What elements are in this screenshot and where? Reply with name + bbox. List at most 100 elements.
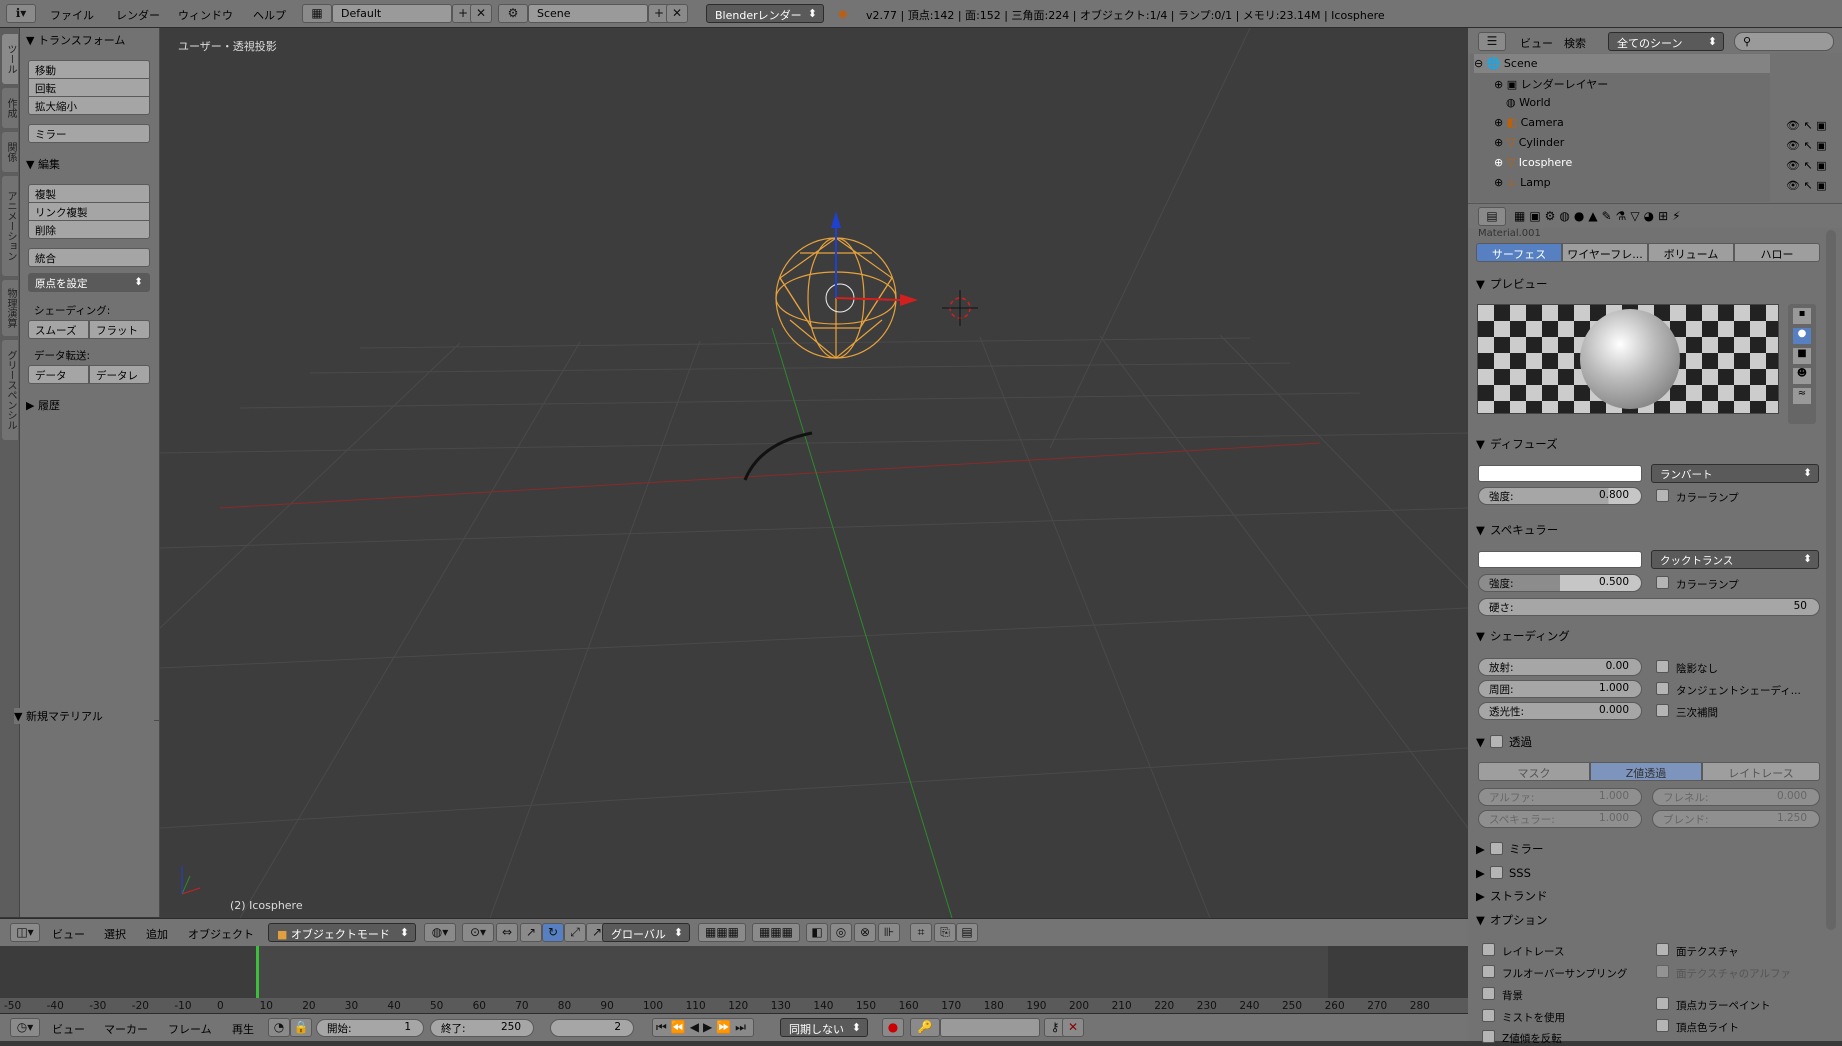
rotate-manip-icon[interactable]: ↻ (542, 923, 564, 942)
outliner-filter-dropdown[interactable]: 全てのシーン ⬍ (1608, 32, 1724, 51)
history-panel-header[interactable]: ▶ 履歴 (26, 397, 60, 413)
eye-icon[interactable]: 👁 ↖ ▣ (1786, 136, 1827, 156)
full-oversampling-checkbox[interactable] (1482, 965, 1495, 978)
timeline-menu-marker[interactable]: マーカー (104, 1021, 148, 1037)
render-engine-dropdown[interactable]: Blenderレンダー ⬍ (706, 4, 824, 23)
menu-file[interactable]: ファイル (50, 7, 94, 23)
outliner-row-cylinder[interactable]: ⊕ ▽ Cylinder (1494, 136, 1564, 149)
timeline-editor-icon[interactable]: ◷▾ (10, 1018, 40, 1037)
translucency-field[interactable]: 透光性: 0.000 (1478, 702, 1642, 720)
frame-start-field[interactable]: 開始: 1 (316, 1019, 424, 1037)
lock-icon[interactable]: 🔒 (290, 1018, 312, 1037)
x-arrow-line[interactable] (835, 297, 901, 301)
data-transfer-button[interactable]: データ (28, 365, 89, 384)
frame-end-field[interactable]: 終了: 250 (430, 1019, 534, 1037)
context-tabs-icon[interactable]: ▦▣⚙◍●▲✎⚗▽◕⊞⚡ (1514, 209, 1685, 223)
tab-tools[interactable]: ツール (2, 34, 18, 84)
blend-field[interactable]: ブレンド: 1.250 (1652, 810, 1820, 828)
diffuse-color-swatch[interactable] (1478, 465, 1642, 482)
specular-color-swatch[interactable] (1478, 551, 1642, 568)
outliner-row-scene[interactable]: ⊖ 🌐 Scene (1474, 54, 1770, 73)
outliner-row-icosphere[interactable]: ⊕ ▽ Icosphere (1494, 156, 1572, 169)
menu-window[interactable]: ウィンドウ (178, 7, 233, 23)
layers-grid-icon[interactable]: ▦▦▦ (752, 923, 800, 942)
hardness-field[interactable]: 硬さ: 50 (1478, 598, 1820, 616)
trans-z-button[interactable]: Z値透過 (1590, 762, 1702, 781)
invert-z-checkbox[interactable] (1482, 1030, 1495, 1043)
vertex-color-paint-checkbox[interactable] (1656, 997, 1669, 1010)
new-material-panel-header[interactable]: ▼ 新規マテリアル (14, 708, 154, 724)
mode-dropdown[interactable]: ■ オブジェクトモード ⬍ (268, 923, 416, 942)
menu-select[interactable]: 選択 (104, 926, 126, 942)
duplicate-button[interactable]: 複製 (28, 184, 150, 203)
menu-view[interactable]: ビュー (52, 926, 85, 942)
manipulator-toggle-icon[interactable]: ⇔ (496, 923, 518, 942)
tab-wire[interactable]: ワイヤーフレ... (1562, 243, 1648, 262)
transform-panel-header[interactable]: ▼ トランスフォーム (26, 32, 125, 48)
edit-panel-header[interactable]: ▼ 編集 (26, 156, 60, 172)
remove-layout-icon[interactable]: ✕ (470, 4, 492, 23)
proportional-edit-icon[interactable]: ◎ (830, 923, 852, 942)
outliner-row-world[interactable]: ◍ World (1506, 96, 1551, 109)
set-origin-dropdown[interactable]: 原点を設定 ⬍ (28, 273, 150, 292)
sss-panel-header[interactable]: ▶ SSS (1476, 864, 1822, 886)
mirror-checkbox[interactable] (1490, 842, 1503, 855)
properties-editor-icon[interactable]: ▤ (1478, 207, 1506, 226)
strand-panel-header[interactable]: ▶ ストランド (1476, 888, 1822, 910)
delete-key-icon[interactable]: ✕ (1062, 1018, 1084, 1037)
layout-field[interactable]: Default (332, 4, 452, 23)
face-texture-checkbox[interactable] (1656, 943, 1669, 956)
scale-button[interactable]: 拡大縮小 (28, 96, 150, 115)
viewport-editor-icon[interactable]: ◫▾ (10, 923, 40, 942)
preview-panel-header[interactable]: ▼ プレビュー (1476, 276, 1822, 298)
ambient-field[interactable]: 周囲: 1.000 (1478, 680, 1642, 698)
timeline-menu-view[interactable]: ビュー (52, 1021, 85, 1037)
snap-toggle-icon[interactable]: ⊗ (854, 923, 876, 942)
sky-checkbox[interactable] (1482, 987, 1495, 1000)
3d-viewport[interactable]: ユーザー・透視投影 (2) Icosphere (160, 28, 1468, 918)
viewport-canvas[interactable] (160, 28, 1468, 918)
preview-cube-icon[interactable]: ■ (1793, 348, 1811, 364)
menu-add[interactable]: 追加 (146, 926, 168, 942)
preview-range-icon[interactable]: ◔ (268, 1018, 290, 1037)
join-button[interactable]: 統合 (28, 248, 150, 267)
outliner-row-camera[interactable]: ⊕ ◧ Camera (1494, 116, 1564, 129)
outliner-menu-view[interactable]: ビュー (1520, 35, 1553, 51)
preview-flat-icon[interactable]: ▪ (1793, 308, 1811, 324)
tab-grease-pencil[interactable]: グリースペンシル (2, 340, 18, 440)
outliner-row-renderlayer[interactable]: ⊕ ▣ レンダーレイヤー (1494, 76, 1608, 92)
data-layout-button[interactable]: データレ (89, 365, 150, 384)
menu-object[interactable]: オブジェクト (188, 926, 254, 942)
diffuse-shader-dropdown[interactable]: ランバート ⬍ (1651, 464, 1819, 483)
emit-field[interactable]: 放射: 0.00 (1478, 658, 1642, 676)
preview-sphere-icon[interactable]: ● (1793, 328, 1811, 344)
material-slot-field[interactable]: Material.001 (1478, 228, 1808, 238)
alpha-field[interactable]: アルファ: 1.000 (1478, 788, 1642, 806)
shading-mode-icon[interactable]: ◍▾ (424, 923, 456, 942)
translate-button[interactable]: 移動 (28, 60, 150, 79)
remove-scene-icon[interactable]: ✕ (666, 4, 688, 23)
pivot-icon[interactable]: ⊙▾ (462, 923, 494, 942)
eye-icon[interactable]: 👁 ↖ ▣ (1786, 156, 1827, 176)
outliner-search-input[interactable]: ⚲ (1734, 32, 1834, 51)
layers-grid-icon[interactable]: ▦▦▦ (698, 923, 746, 942)
rotate-button[interactable]: 回転 (28, 78, 150, 97)
menu-render[interactable]: レンダー (116, 7, 160, 23)
translate-manip-icon[interactable]: ↗ (520, 923, 542, 942)
record-icon[interactable]: ● (882, 1018, 904, 1037)
render-opengl-icon[interactable]: ⌗ (910, 923, 932, 942)
specular-ramp-checkbox[interactable] (1656, 576, 1669, 589)
snap-element-icon[interactable]: ⊪ (878, 923, 900, 942)
diffuse-intensity-field[interactable]: 強度: 0.800 (1478, 487, 1642, 505)
raytrace-checkbox[interactable] (1482, 943, 1495, 956)
layout-icon[interactable]: ▦ (302, 4, 332, 23)
z-arrow-icon[interactable] (831, 211, 841, 228)
tab-physics[interactable]: 物理演算 (2, 280, 18, 336)
current-frame-marker[interactable] (256, 946, 259, 998)
duplicate-linked-button[interactable]: リンク複製 (28, 202, 150, 221)
preview-monkey-icon[interactable]: ☻ (1793, 368, 1811, 384)
trans-mask-button[interactable]: マスク (1478, 762, 1590, 781)
vertex-color-light-checkbox[interactable] (1656, 1019, 1669, 1032)
tab-surface[interactable]: サーフェス (1476, 243, 1562, 262)
preview-hair-icon[interactable]: ≈ (1793, 388, 1811, 404)
